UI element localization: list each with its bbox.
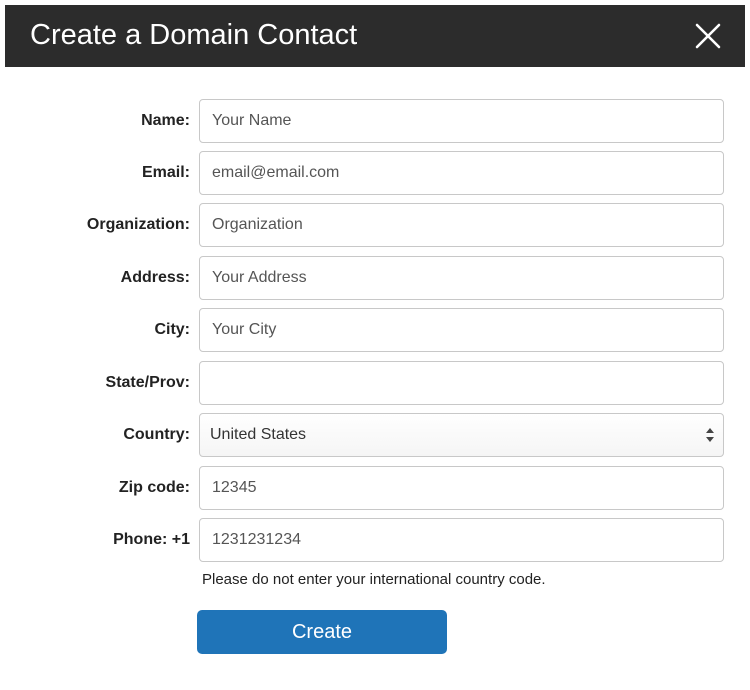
phone-input[interactable] — [199, 518, 724, 562]
phone-hint: Please do not enter your international c… — [202, 571, 546, 588]
select-arrows-icon — [706, 428, 714, 442]
form-row-city: City: — [0, 308, 750, 352]
create-button[interactable]: Create — [197, 610, 447, 654]
email-label: Email: — [141, 164, 190, 181]
city-label: City: — [154, 321, 190, 338]
form-row-country: Country: United States — [0, 413, 750, 457]
state-input[interactable] — [199, 361, 724, 405]
form-row-zip: Zip code: — [0, 466, 750, 510]
form-row-name: Name: — [0, 99, 750, 143]
name-label: Name: — [141, 112, 190, 129]
country-label: Country: — [123, 426, 190, 443]
dialog-title: Create a Domain Contact — [30, 19, 358, 51]
organization-label: Organization: — [86, 216, 190, 233]
zip-label: Zip code: — [118, 479, 190, 496]
address-label: Address: — [120, 269, 190, 286]
create-domain-contact-dialog: Create a Domain Contact Name: Email: Org… — [0, 0, 750, 690]
form-row-organization: Organization: — [0, 203, 750, 247]
zip-input[interactable] — [199, 466, 724, 510]
country-selected-value: United States — [210, 426, 307, 443]
phone-label: Phone: +1 — [113, 531, 190, 548]
close-icon — [695, 23, 721, 49]
form-row-email: Email: — [0, 151, 750, 195]
state-label: State/Prov: — [105, 374, 190, 391]
form-row-address: Address: — [0, 256, 750, 300]
form-row-state: State/Prov: — [0, 361, 750, 405]
city-input[interactable] — [199, 308, 724, 352]
address-input[interactable] — [199, 256, 724, 300]
form-row-phone: Phone: +1 — [0, 518, 750, 562]
email-input[interactable] — [199, 151, 724, 195]
organization-input[interactable] — [199, 203, 724, 247]
dialog-header: Create a Domain Contact — [5, 5, 745, 67]
name-input[interactable] — [199, 99, 724, 143]
country-select[interactable]: United States — [199, 413, 724, 457]
close-button[interactable] — [693, 21, 723, 51]
